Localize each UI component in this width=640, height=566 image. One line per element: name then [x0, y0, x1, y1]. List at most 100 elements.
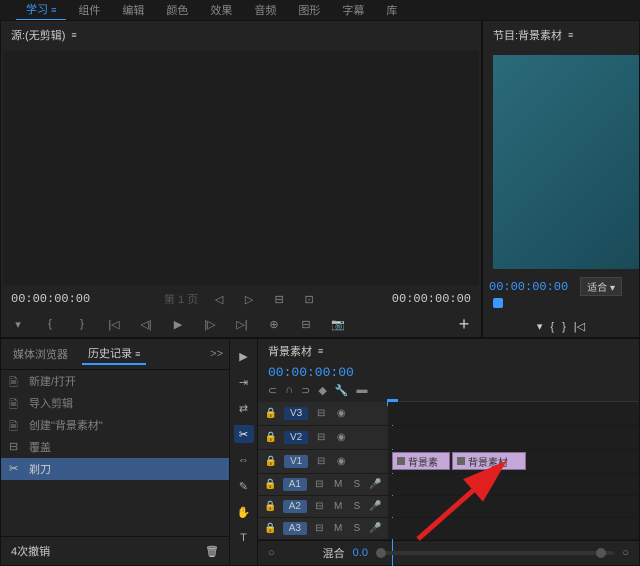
program-ruler[interactable]	[489, 298, 633, 316]
solo-icon[interactable]: S	[350, 500, 363, 514]
marker-tool-icon[interactable]: ◆	[318, 384, 326, 397]
track-label[interactable]: V2	[284, 431, 308, 444]
history-item[interactable]: 🗎导入剪辑	[1, 392, 229, 414]
razor-tool-icon[interactable]: ✂	[234, 425, 254, 443]
hand-tool-icon[interactable]: ✋	[234, 503, 254, 521]
type-tool-icon[interactable]: T	[234, 529, 254, 547]
eye-icon[interactable]: ◉	[334, 431, 348, 445]
mark-in-icon[interactable]: {	[550, 321, 554, 333]
clip[interactable]: 背景素材	[452, 452, 526, 470]
program-playhead[interactable]	[493, 298, 503, 308]
tab-media-browser[interactable]: 媒体浏览器	[7, 344, 74, 364]
clip[interactable]: 背景素	[392, 452, 450, 470]
step-back-icon[interactable]: ◁|	[139, 317, 153, 331]
lock-icon[interactable]: 🔒	[264, 500, 277, 514]
step-next-icon[interactable]: ▷	[240, 292, 258, 306]
mute-icon[interactable]: M	[332, 478, 345, 492]
ws-tab-color[interactable]: 颜色	[156, 0, 198, 20]
go-in-icon[interactable]: |◁	[107, 317, 121, 331]
insert-icon[interactable]: ⊟	[270, 292, 288, 306]
lock-icon[interactable]: 🔒	[264, 455, 278, 469]
overwrite-icon[interactable]: ⊡	[300, 292, 318, 306]
lock-icon[interactable]: 🔒	[264, 522, 277, 536]
toggle-output-icon[interactable]: ⊟	[314, 431, 328, 445]
zoom-fit-select[interactable]: 适合 ▾	[580, 277, 622, 296]
solo-icon[interactable]: S	[350, 522, 363, 536]
track-select-tool-icon[interactable]: ⇥	[234, 373, 254, 391]
track-label[interactable]: A2	[283, 500, 307, 513]
sequence-tab[interactable]: 背景素材 ≡	[258, 339, 639, 363]
track-label[interactable]: A3	[283, 522, 307, 535]
voice-icon[interactable]: 🎤	[369, 500, 382, 514]
ws-tab-effects[interactable]: 效果	[200, 0, 242, 20]
panel-menu-icon[interactable]: ≡	[318, 346, 323, 356]
marker-icon[interactable]: ▾	[11, 317, 25, 331]
history-item[interactable]: ⊟覆盖	[1, 436, 229, 458]
mute-icon[interactable]: M	[332, 522, 345, 536]
ws-tab-graphics[interactable]: 图形	[288, 0, 330, 20]
step-fwd-icon[interactable]: |▷	[203, 317, 217, 331]
ws-tab-audio[interactable]: 音频	[244, 0, 286, 20]
source-out-timecode[interactable]: 00:00:00:00	[392, 292, 471, 306]
step-prev-icon[interactable]: ◁	[210, 292, 228, 306]
mark-out-icon[interactable]: }	[562, 321, 566, 333]
track-body[interactable]	[388, 518, 639, 539]
ws-tab-learn[interactable]: 学习 ≡	[16, 0, 66, 21]
zoom-scrubber[interactable]	[376, 551, 614, 555]
track-body[interactable]	[388, 496, 639, 517]
sequence-timecode[interactable]: 00:00:00:00	[268, 365, 354, 380]
track-label[interactable]: V1	[284, 455, 308, 468]
link-icon[interactable]: ⊃	[301, 384, 310, 397]
track-body[interactable]	[388, 474, 639, 495]
play-icon[interactable]: ▶	[171, 317, 185, 331]
eye-icon[interactable]: ◉	[334, 455, 348, 469]
mark-in-icon[interactable]: {	[43, 317, 57, 331]
track-body[interactable]	[388, 402, 639, 425]
source-in-timecode[interactable]: 00:00:00:00	[11, 292, 90, 306]
program-monitor[interactable]	[493, 55, 639, 269]
tab-history[interactable]: 历史记录 ≡	[82, 343, 146, 365]
go-out-icon[interactable]: ▷|	[235, 317, 249, 331]
ws-tab-assembly[interactable]: 组件	[68, 0, 110, 20]
toggle-output-icon[interactable]: ⊟	[313, 522, 326, 536]
ripple-tool-icon[interactable]: ⇄	[234, 399, 254, 417]
panel-menu-icon[interactable]: ≡	[568, 30, 573, 40]
nest-icon[interactable]: ⊂	[268, 384, 277, 397]
track-body[interactable]: 背景素 背景素材	[388, 450, 639, 473]
selection-tool-icon[interactable]: ▶	[234, 347, 254, 365]
ws-tab-captions[interactable]: 字幕	[332, 0, 374, 20]
lock-icon[interactable]: 🔒	[264, 431, 278, 445]
export-frame-icon[interactable]: 📷	[331, 317, 345, 331]
toggle-output-icon[interactable]: ⊟	[313, 500, 326, 514]
settings-icon[interactable]: 🔧	[335, 384, 349, 397]
zoom-handle-left[interactable]	[376, 548, 386, 558]
source-monitor[interactable]	[3, 51, 479, 285]
track-label[interactable]: V3	[284, 407, 308, 420]
history-item[interactable]: 🗎新建/打开	[1, 370, 229, 392]
snap-icon[interactable]: ∩	[285, 384, 293, 397]
history-item[interactable]: ✂剃刀	[1, 458, 229, 480]
track-label[interactable]: A1	[283, 478, 307, 491]
zoom-handle-right[interactable]	[596, 548, 606, 558]
trash-icon[interactable]: 🗑	[205, 545, 219, 558]
panel-menu-icon[interactable]: ≡	[71, 30, 76, 40]
mix-value[interactable]: 0.0	[353, 547, 368, 559]
program-timecode[interactable]: 00:00:00:00	[489, 280, 568, 294]
mark-out-icon[interactable]: }	[75, 317, 89, 331]
toggle-output-icon[interactable]: ⊟	[314, 407, 328, 421]
eye-icon[interactable]: ◉	[334, 407, 348, 421]
pen-tool-icon[interactable]: ✎	[234, 477, 254, 495]
toggle-output-icon[interactable]: ⊟	[314, 455, 328, 469]
solo-icon[interactable]: S	[350, 478, 363, 492]
ws-tab-editing[interactable]: 编辑	[112, 0, 154, 20]
lock-icon[interactable]: 🔒	[264, 407, 278, 421]
voice-icon[interactable]: 🎤	[369, 522, 382, 536]
track-body[interactable]	[388, 426, 639, 449]
lock-icon[interactable]: 🔒	[264, 478, 277, 492]
ws-tab-libraries[interactable]: 库	[376, 0, 407, 20]
toggle-output-icon[interactable]: ⊟	[313, 478, 326, 492]
caption-icon[interactable]: ▬	[357, 384, 368, 397]
overflow-icon[interactable]: >>	[210, 348, 223, 360]
voice-icon[interactable]: 🎤	[369, 478, 382, 492]
overwrite-btn-icon[interactable]: ⊟	[299, 317, 313, 331]
